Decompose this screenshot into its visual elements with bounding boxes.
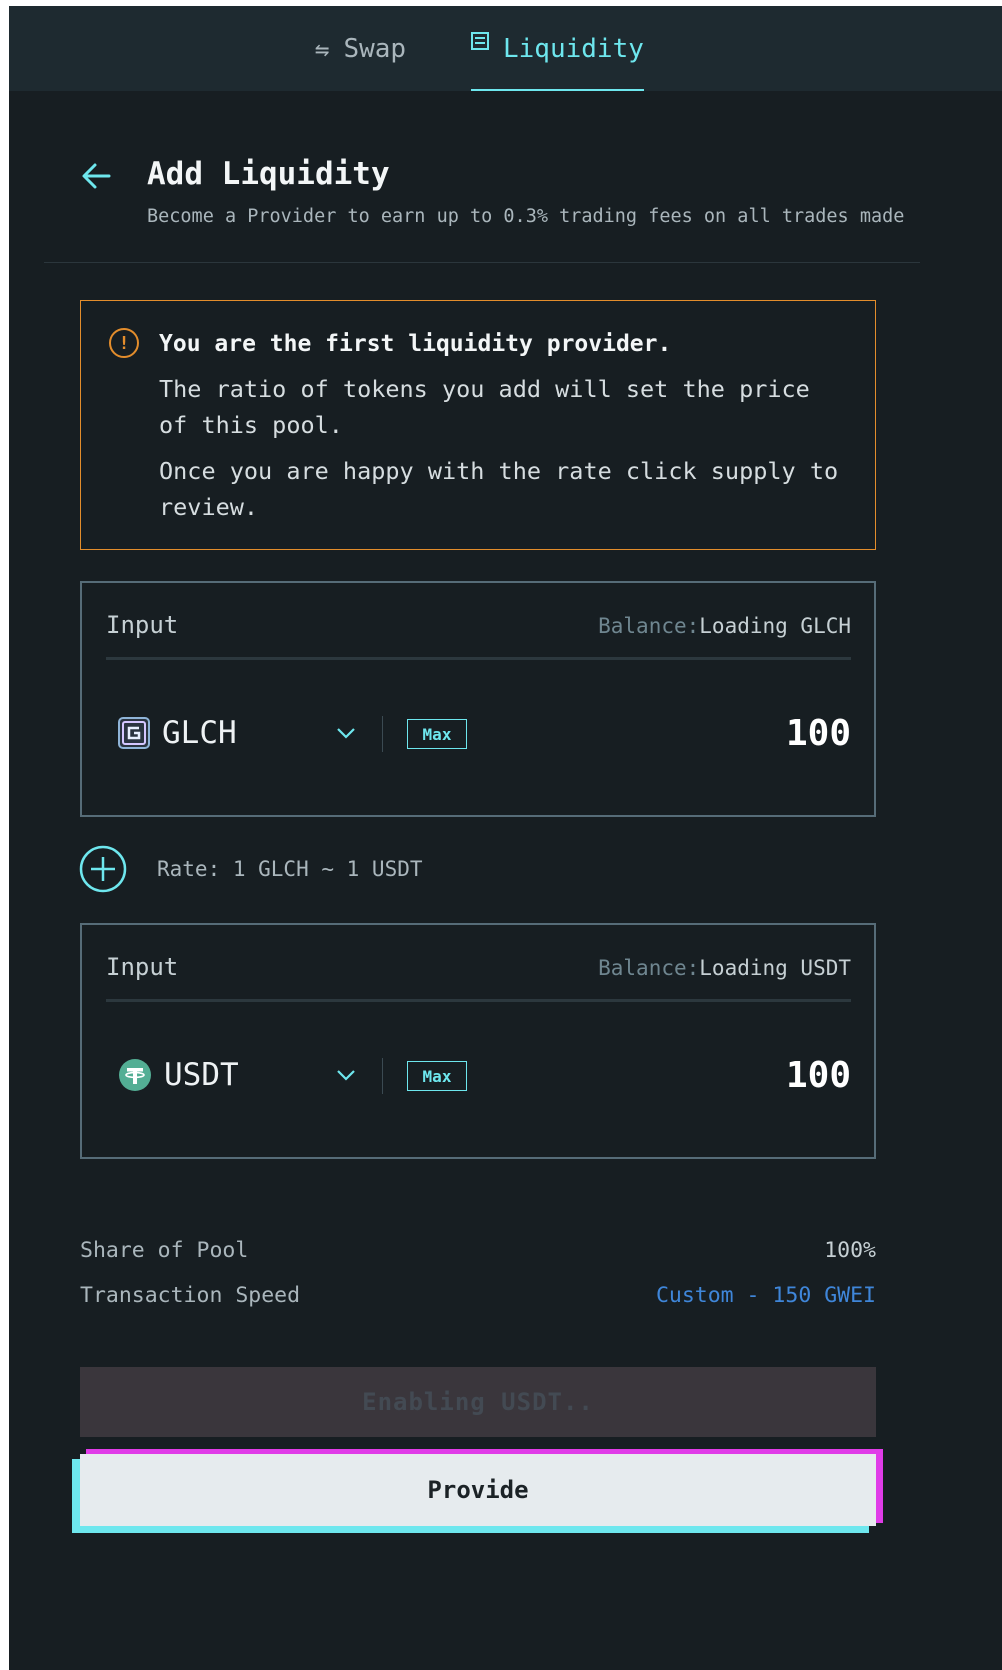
amount-input[interactable]: 100 [786, 1055, 851, 1096]
provide-button-wrapper: Provide [72, 1449, 884, 1539]
warning-text-2: Once you are happy with the rate click s… [159, 457, 839, 521]
token-symbol: GLCH [162, 715, 237, 751]
warning-title: You are the first liquidity provider. [159, 331, 672, 357]
token-input-card-glch: Input Balance:Loading GLCH GLCH Max 100 [80, 581, 876, 817]
tab-liquidity[interactable]: Liquidity [471, 6, 644, 91]
tab-swap[interactable]: ⇋ Swap [315, 6, 406, 91]
share-of-pool-value: 100% [824, 1238, 876, 1263]
share-of-pool-label: Share of Pool [80, 1238, 249, 1263]
exchange-rate: Rate: 1 GLCH ~ 1 USDT [157, 857, 423, 881]
balance-display: Balance:Loading USDT [598, 956, 851, 980]
vertical-separator [382, 1058, 383, 1094]
chevron-down-icon[interactable] [335, 1064, 357, 1086]
transaction-speed-link[interactable]: Custom - 150 GWEI [656, 1283, 876, 1308]
tab-liquidity-label: Liquidity [503, 33, 644, 64]
provide-button[interactable]: Provide [80, 1454, 876, 1526]
transaction-speed-label: Transaction Speed [80, 1283, 301, 1308]
token-selector-glch[interactable]: GLCH [118, 715, 237, 751]
enabling-usdt-button: Enabling USDT.. [80, 1367, 876, 1437]
max-button[interactable]: Max [407, 719, 467, 749]
liquidity-panel: ⇋ Swap Liquidity Add Liquidity Become a … [9, 6, 1002, 1670]
balance-display: Balance:Loading GLCH [598, 614, 851, 638]
back-button[interactable] [79, 156, 119, 196]
tab-swap-label: Swap [343, 33, 407, 64]
balance-value: Loading GLCH [699, 614, 851, 638]
max-button[interactable]: Max [407, 1061, 467, 1091]
balance-label: Balance: [598, 614, 700, 638]
vertical-separator [382, 716, 383, 752]
page-subtitle: Become a Provider to earn up to 0.3% tra… [147, 206, 905, 227]
amount-input[interactable]: 100 [786, 713, 851, 754]
card-divider [106, 999, 851, 1002]
balance-label: Balance: [598, 956, 700, 980]
chevron-down-icon[interactable] [335, 722, 357, 744]
add-plus-icon [79, 845, 127, 893]
usdt-tether-icon [119, 1059, 151, 1091]
glch-token-icon [118, 717, 150, 749]
token-symbol: USDT [164, 1057, 239, 1093]
token-input-card-usdt: Input Balance:Loading USDT USDT Max 100 [80, 923, 876, 1159]
arrow-left-icon [82, 163, 111, 189]
card-divider [106, 657, 851, 660]
warning-circle-icon: ! [109, 328, 139, 358]
swap-arrows-icon: ⇋ [315, 34, 330, 63]
tab-bar: ⇋ Swap Liquidity [9, 6, 1002, 91]
balance-value: Loading USDT [699, 956, 851, 980]
token-selector-usdt[interactable]: USDT [118, 1057, 239, 1093]
warning-text-1: The ratio of tokens you add will set the… [159, 375, 810, 439]
input-label: Input [106, 611, 179, 639]
header-divider [44, 262, 920, 263]
liquidity-pool-icon [471, 31, 489, 50]
page-title: Add Liquidity [147, 156, 390, 192]
input-label: Input [106, 953, 179, 981]
first-provider-warning: ! You are the first liquidity provider. … [80, 300, 876, 550]
